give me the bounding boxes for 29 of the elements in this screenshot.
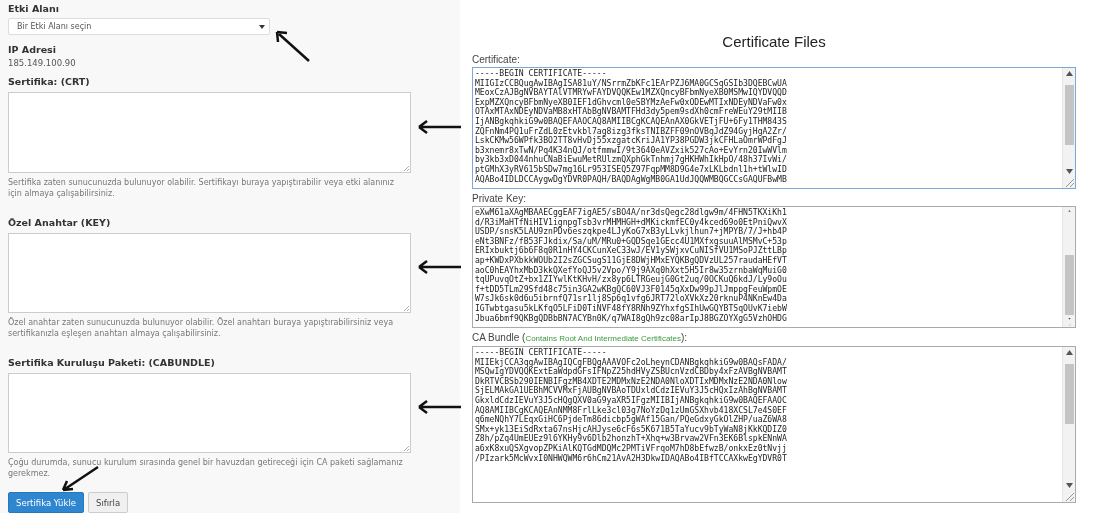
private-key-label: Private Key: bbox=[472, 193, 527, 205]
field-label: Sertifika: (CRT) bbox=[8, 76, 91, 89]
arrow-icon bbox=[416, 259, 462, 275]
help-text: Özel anahtar zaten sunucunuzda bulunuyor olabilir. Özel anahtarı buraya yapıştırabilirsiniz veya sertifikanızla eşleşen anahtarı almaya çalışabilirsiniz. bbox=[8, 316, 395, 339]
resize-grip-icon bbox=[403, 164, 409, 171]
ip-value: 185.149.100.90 bbox=[8, 58, 77, 69]
certificate-label: Certificate: bbox=[472, 54, 521, 66]
field-label: Özel Anahtar (KEY) bbox=[8, 216, 112, 229]
arrow-icon bbox=[416, 119, 462, 135]
field-label: Sertifika Kuruluşu Paketi: (CABUNDLE) bbox=[8, 356, 216, 369]
arrow-icon bbox=[60, 465, 100, 493]
text-area[interactable] bbox=[8, 372, 411, 453]
help-text: Sertifika zaten sunucunuzda bulunuyor olabilir. Sertifikayı buraya yapıştırabilir veya etki alanınız için almaya çalışabilirsiniz. bbox=[8, 176, 395, 199]
domain-select[interactable]: Bir Etki Alanı seçin bbox=[8, 18, 270, 36]
label-text: ): bbox=[681, 332, 688, 343]
text-area[interactable] bbox=[8, 232, 411, 313]
caret-icon bbox=[259, 24, 265, 29]
panel-title: Certificate Files bbox=[721, 33, 827, 50]
resize-grip-icon bbox=[403, 445, 409, 451]
reset-button[interactable]: Sıfırla bbox=[88, 492, 129, 513]
help-text: Çoğu durumda, sunucu kurulum sırasında genel bir havuzdan getireceği için CA paketi sağlamanız gerekmez. bbox=[8, 457, 404, 479]
label-text: CA Bundle ( bbox=[472, 332, 526, 343]
text-area[interactable] bbox=[8, 92, 411, 173]
ip-label: IP Adresi bbox=[8, 44, 57, 57]
upload-button[interactable]: Sertifika Yükle bbox=[8, 492, 84, 513]
resize-grip-icon bbox=[403, 304, 409, 311]
arrow-icon bbox=[416, 399, 462, 415]
domain-label: Etki Alanı bbox=[8, 3, 60, 15]
label-note: Contains Root And Intermediate Certificates bbox=[525, 334, 681, 343]
